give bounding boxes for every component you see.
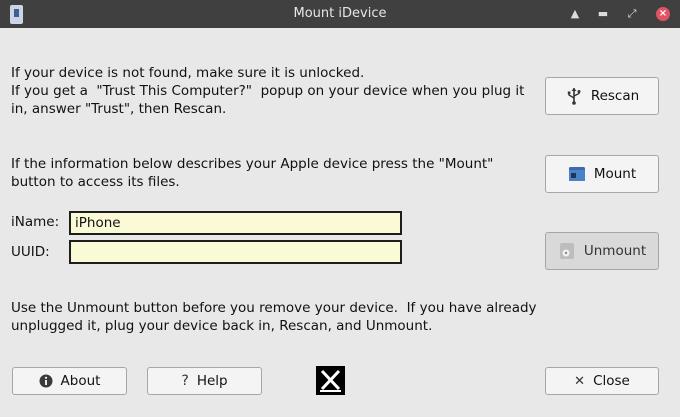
info-icon: [39, 374, 53, 388]
not-found-line-1: If your device is not found, make sure i…: [11, 65, 365, 81]
close-button[interactable]: ✕ Close: [545, 367, 659, 395]
antix-logo-icon: [316, 366, 345, 395]
eject-drive-icon: [558, 242, 576, 260]
rescan-button[interactable]: Rescan: [545, 77, 659, 115]
info-line-1: If the information below describes your …: [11, 156, 494, 172]
help-label: Help: [196, 373, 228, 389]
info-line-2: button to access its files.: [11, 174, 180, 190]
unmount-line-2: unplugged it, plug your device back in, …: [11, 318, 433, 334]
mount-label: Mount: [593, 166, 637, 182]
not-found-line-3: in, answer "Trust", then Rescan.: [11, 101, 227, 117]
close-label: Close: [593, 373, 630, 389]
unmount-label: Unmount: [583, 243, 647, 259]
maximize-icon[interactable]: ⤢: [625, 7, 639, 21]
not-found-line-2: If you get a "Trust This Computer?" popu…: [11, 83, 525, 99]
folder-icon: [568, 165, 586, 183]
shade-icon[interactable]: ▲: [568, 7, 582, 21]
about-label: About: [60, 373, 101, 389]
help-button[interactable]: ? Help: [147, 367, 262, 395]
iname-label: iName:: [11, 214, 60, 230]
close-icon[interactable]: ×: [656, 7, 670, 21]
mount-button[interactable]: Mount: [545, 155, 659, 193]
uuid-label: UUID:: [11, 244, 50, 260]
about-button[interactable]: About: [12, 367, 127, 395]
mount-idevice-window: Mount iDevice ▲ ▬ ⤢ × If your device is …: [0, 0, 680, 417]
usb-icon: [565, 87, 583, 105]
title-bar[interactable]: Mount iDevice ▲ ▬ ⤢ ×: [0, 0, 680, 28]
rescan-label: Rescan: [590, 88, 640, 104]
close-x-icon: ✕: [574, 373, 586, 389]
minimize-icon[interactable]: ▬: [596, 7, 610, 21]
unmount-line-1: Use the Unmount button before you remove…: [11, 300, 537, 316]
iname-field[interactable]: iPhone: [69, 211, 402, 235]
help-icon: ?: [181, 373, 189, 389]
uuid-field[interactable]: [69, 240, 402, 264]
unmount-button[interactable]: Unmount: [545, 232, 659, 270]
